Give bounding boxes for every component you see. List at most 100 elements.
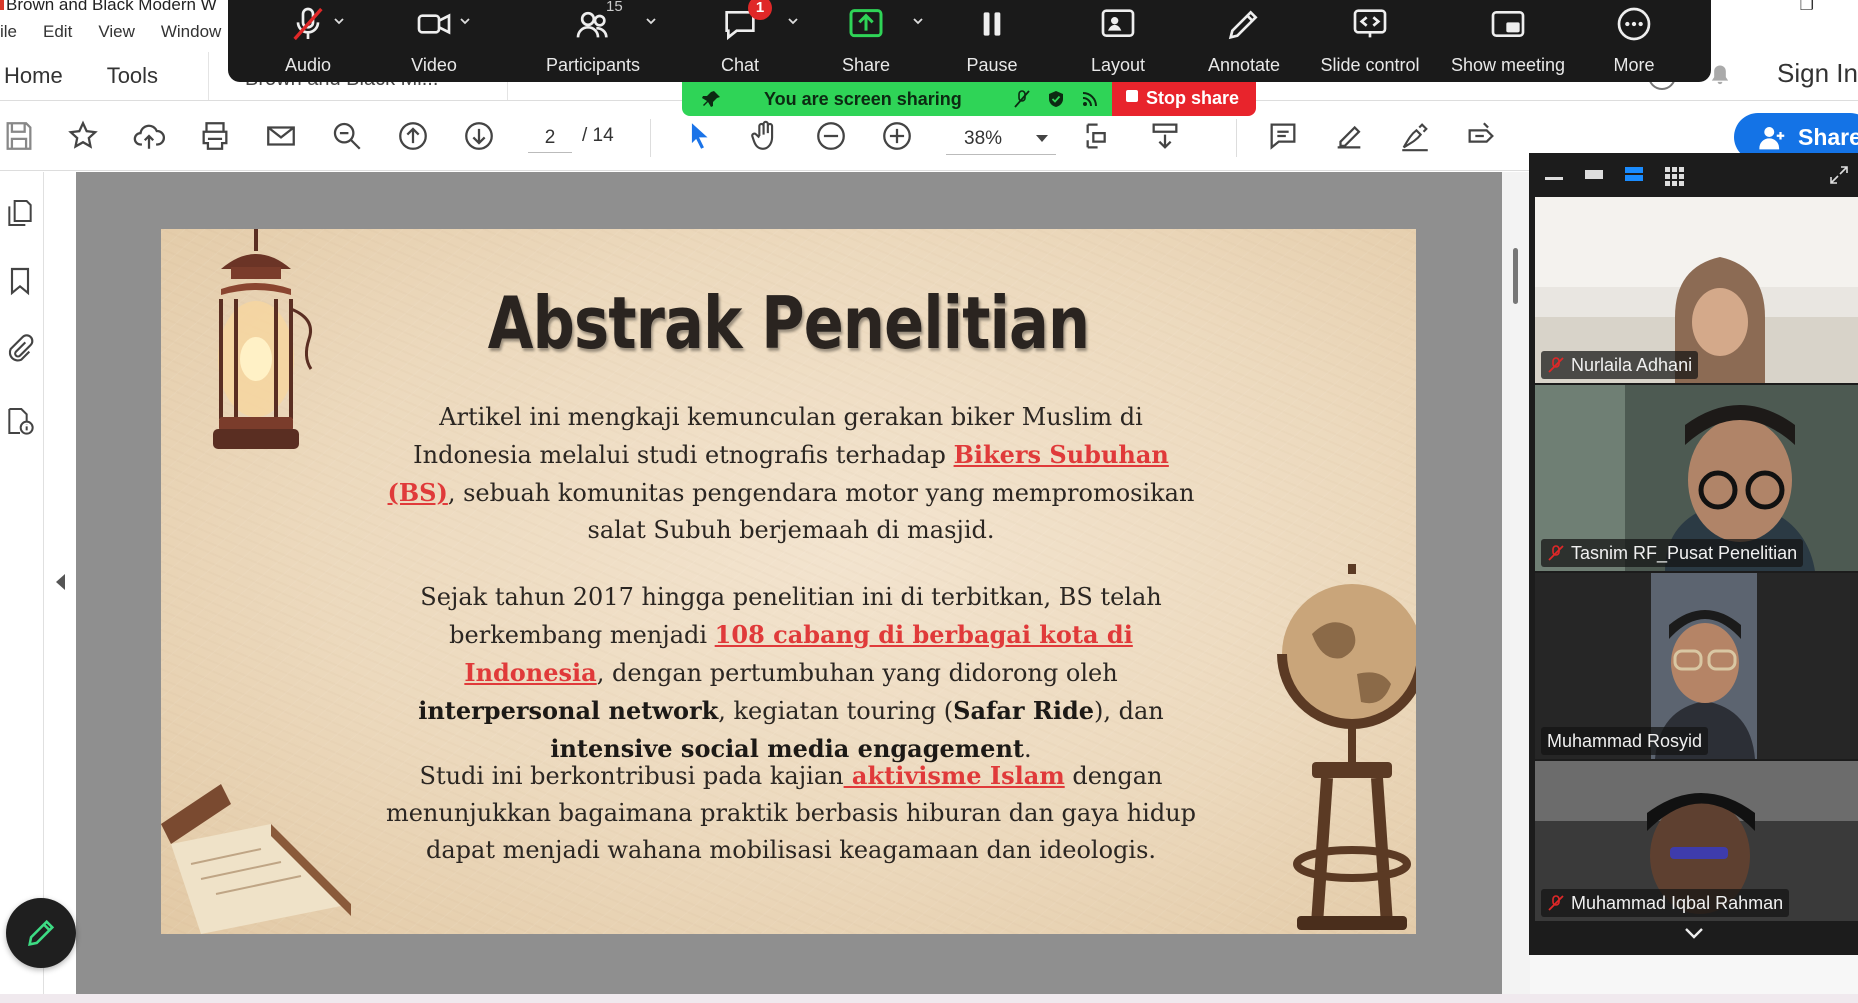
bookmark-icon[interactable]	[4, 264, 36, 298]
zoom-level-select[interactable]: 38%	[946, 121, 1056, 155]
mic-muted-icon	[286, 4, 330, 44]
chat-button[interactable]: Chat	[690, 0, 790, 82]
vertical-scrollbar[interactable]	[1502, 172, 1530, 1003]
pencil-icon	[28, 919, 55, 946]
collapse-panel-icon[interactable]	[56, 574, 65, 590]
fit-page-icon[interactable]	[1080, 117, 1118, 155]
minimize-icon[interactable]	[1543, 165, 1565, 183]
zoom-level-value: 38%	[964, 128, 1003, 149]
zoom-in-icon[interactable]	[878, 117, 916, 155]
mic-muted-icon	[1548, 545, 1564, 561]
slide-control-button[interactable]: Slide control	[1308, 0, 1432, 82]
participants-button[interactable]: Participants	[518, 0, 668, 82]
chevron-down-icon[interactable]	[1679, 923, 1709, 943]
annotate-button[interactable]: Annotate	[1194, 0, 1294, 82]
slide-control-icon	[1348, 4, 1392, 44]
video-camera-icon	[412, 4, 456, 44]
sign-in-link[interactable]: Sign In	[1777, 58, 1858, 89]
edit-tools-icon[interactable]	[1462, 117, 1500, 155]
previous-page-icon[interactable]	[394, 117, 432, 155]
abstract-paragraph-2: Sejak tahun 2017 hingga penelitian ini d…	[381, 579, 1201, 768]
restore-window-icon[interactable]: ❐	[1800, 0, 1814, 15]
more-icon	[1612, 4, 1656, 44]
menu-window[interactable]: Window	[161, 22, 221, 46]
comment-icon[interactable]	[1264, 117, 1302, 155]
tools-tab[interactable]: Tools	[103, 63, 162, 89]
mic-muted-icon[interactable]	[1012, 89, 1032, 109]
save-icon[interactable]	[0, 117, 38, 155]
speaker-view-icon[interactable]	[1583, 165, 1605, 183]
email-icon[interactable]	[262, 117, 300, 155]
attachment-icon[interactable]	[4, 332, 36, 366]
screen-sharing-indicator[interactable]: You are screen sharing	[682, 82, 1112, 116]
gallery-view-icon[interactable]	[1663, 165, 1685, 187]
stop-square-icon	[1126, 90, 1138, 102]
participant-name: Muhammad Rosyid	[1547, 731, 1703, 751]
strip-view-icon[interactable]	[1623, 165, 1645, 183]
zoom-search-icon[interactable]	[328, 117, 366, 155]
drag-pin-icon	[702, 91, 720, 107]
divider	[1236, 119, 1237, 157]
pages-thumbnails-icon[interactable]	[4, 196, 36, 230]
signal-icon[interactable]	[1080, 89, 1100, 109]
page-total: / 14	[582, 125, 614, 146]
menu-view[interactable]: View	[98, 22, 135, 46]
page-number-input[interactable]: 2	[528, 123, 572, 153]
participant-tile-active-speaker[interactable]: Muhammad Rosyid	[1535, 573, 1858, 759]
mic-muted-icon	[1548, 895, 1564, 911]
left-navigation-rail	[0, 172, 44, 1003]
layout-button[interactable]: Layout	[1068, 0, 1168, 82]
participant-name: Tasnim RF_Pusat Penelitian	[1571, 543, 1798, 563]
paragraph-text: Studi ini berkontribusi pada kajian	[419, 762, 844, 790]
edit-pdf-button[interactable]	[6, 898, 76, 968]
bold-phrase: Safar Ride	[953, 696, 1095, 725]
zoom-out-icon[interactable]	[812, 117, 850, 155]
next-page-icon[interactable]	[460, 117, 498, 155]
home-tab[interactable]: Home	[0, 63, 67, 89]
highlight-pen-icon[interactable]	[1330, 117, 1368, 155]
menu-file[interactable]: ile	[0, 22, 17, 46]
video-label: Video	[411, 55, 457, 75]
pause-share-button[interactable]: Pause	[942, 0, 1042, 82]
select-cursor-icon[interactable]	[680, 117, 718, 155]
stop-share-button[interactable]: Stop share	[1112, 82, 1256, 116]
stop-share-label: Stop share	[1146, 88, 1240, 108]
mic-muted-icon	[1548, 357, 1564, 373]
print-icon[interactable]	[196, 117, 234, 155]
scroll-mode-icon[interactable]	[1146, 117, 1184, 155]
taskbar-edge	[0, 994, 1858, 1003]
audio-label: Audio	[284, 55, 332, 75]
participants-options-chevron-icon[interactable]	[644, 14, 658, 28]
chat-options-chevron-icon[interactable]	[786, 14, 800, 28]
share-options-chevron-icon[interactable]	[911, 14, 925, 28]
video-button[interactable]: Video	[384, 0, 484, 82]
participant-tile[interactable]: Tasnim RF_Pusat Penelitian	[1535, 385, 1858, 571]
participant-name: Nurlaila Adhani	[1571, 355, 1693, 375]
audio-button[interactable]: Audio	[258, 0, 358, 82]
draw-signature-icon[interactable]	[1396, 117, 1434, 155]
menu-edit[interactable]: Edit	[43, 22, 72, 46]
audio-options-chevron-icon[interactable]	[332, 14, 346, 28]
video-options-chevron-icon[interactable]	[458, 14, 472, 28]
participant-tile[interactable]: Muhammad Iqbal Rahman	[1535, 761, 1858, 921]
security-shield-icon[interactable]	[1046, 89, 1066, 109]
show-meeting-button[interactable]: Show meeting	[1444, 0, 1572, 82]
scrollbar-thumb[interactable]	[1513, 248, 1518, 304]
upload-cloud-icon[interactable]	[130, 117, 168, 155]
participant-tile[interactable]: Nurlaila Adhani	[1535, 197, 1858, 383]
layout-label: Layout	[1090, 55, 1146, 75]
more-label: More	[1613, 55, 1655, 75]
paragraph-text: , sebuah komunitas pengendara motor yang…	[447, 479, 1195, 544]
participants-label: Participants	[545, 55, 641, 75]
document-properties-icon[interactable]	[4, 404, 36, 438]
expand-icon[interactable]	[1829, 165, 1849, 185]
share-button-label: Share	[1798, 123, 1858, 150]
star-icon[interactable]	[64, 117, 102, 155]
bold-phrase: interpersonal network	[418, 696, 719, 725]
more-button[interactable]: More	[1584, 0, 1684, 82]
hand-tool-icon[interactable]	[746, 117, 784, 155]
abstract-paragraph-3: Studi ini berkontribusi pada kajian akti…	[381, 757, 1201, 869]
annotate-label: Annotate	[1207, 55, 1281, 75]
share-screen-button[interactable]: Share	[816, 0, 916, 82]
zoom-meeting-controls: Audio Video Participants 15 Chat 1 Share…	[228, 0, 1711, 82]
